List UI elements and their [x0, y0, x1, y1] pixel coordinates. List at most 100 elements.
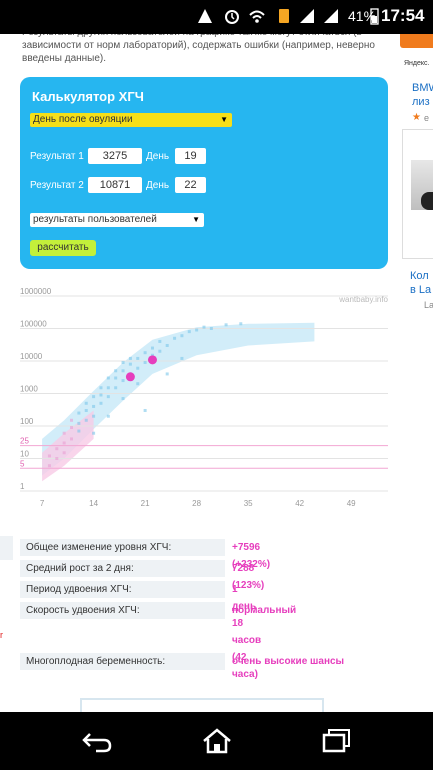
status-bar: 41% 17:54 — [0, 0, 433, 34]
user-data-point — [121, 397, 125, 401]
day1-input[interactable]: 19 — [175, 148, 206, 164]
y-tick-label: 1 — [20, 482, 25, 491]
x-tick-label: 7 — [40, 499, 45, 508]
day-select-value: День после овуляции — [33, 114, 133, 125]
x-tick-label: 21 — [141, 499, 150, 508]
y-tick-label: 5 — [20, 459, 25, 468]
ad-image-frame[interactable] — [402, 129, 433, 259]
day2-label: День — [146, 180, 170, 191]
clock: 17:54 — [381, 6, 425, 25]
bottom-banner-frame — [80, 698, 324, 712]
user-data-point — [62, 441, 66, 445]
stat-label: Период удвоения ХГЧ: — [20, 581, 225, 598]
user-data-point — [202, 325, 206, 329]
ad-car-shape — [421, 192, 433, 210]
ad-small-bottom: La — [424, 300, 433, 310]
user-data-point — [99, 386, 103, 390]
result-point — [125, 372, 135, 382]
user-data-point — [47, 464, 51, 468]
user-results-select[interactable]: результаты пользователей ▼ — [30, 213, 204, 227]
back-icon[interactable] — [80, 728, 114, 754]
dropdown-arrow-icon: ▼ — [220, 115, 228, 124]
ad-title-top-2[interactable]: лиз — [412, 96, 430, 108]
user-data-point — [114, 376, 118, 380]
alarm-icon — [225, 10, 239, 24]
signal-icon — [300, 9, 314, 23]
day-after-ovulation-select[interactable]: День после овуляции ▼ — [30, 113, 232, 127]
user-data-point — [92, 395, 96, 399]
user-data-point — [209, 327, 213, 330]
user-data-point — [77, 411, 81, 415]
user-data-point — [84, 408, 88, 412]
user-data-point — [121, 369, 125, 373]
user-data-point — [180, 334, 184, 338]
calculator-title: Калькулятор ХГЧ — [32, 89, 144, 104]
ad-title-bottom-2[interactable]: в La — [410, 284, 431, 296]
user-data-point — [92, 414, 96, 418]
user-data-point — [106, 395, 110, 399]
calculate-button[interactable]: рассчитать — [30, 240, 96, 256]
x-tick-label: 35 — [244, 499, 253, 508]
edge-mark: r — [0, 630, 3, 640]
ad-title-bottom[interactable]: Кол — [410, 270, 429, 282]
y-tick-label: 100000 — [20, 320, 47, 329]
user-data-point — [70, 437, 74, 441]
user-data-point — [84, 418, 88, 422]
x-tick-label: 42 — [295, 499, 304, 508]
stat-label: Общее изменение уровня ХГЧ: — [20, 539, 225, 556]
user-data-point — [165, 343, 169, 347]
ad-star-icon: ★ — [412, 112, 421, 123]
x-tick-label: 49 — [347, 499, 356, 508]
user-data-point — [180, 356, 184, 360]
user-data-point — [47, 454, 51, 458]
battery-icon — [370, 8, 379, 25]
user-data-point — [173, 336, 177, 340]
ad-title-top[interactable]: BMW — [412, 82, 433, 94]
user-data-point — [165, 372, 169, 376]
result-point — [147, 355, 157, 365]
user-data-point — [62, 451, 66, 455]
notification-icon — [198, 9, 212, 23]
y-tick-label: 10 — [20, 450, 29, 459]
result2-input[interactable]: 10871 — [88, 177, 142, 193]
result2-label: Результат 2 — [30, 180, 84, 191]
y-tick-label: 10000 — [20, 352, 43, 361]
user-data-point — [106, 414, 110, 418]
y-tick-label: 1000000 — [20, 288, 52, 296]
left-edge-tab — [0, 536, 13, 560]
day2-input[interactable]: 22 — [175, 177, 206, 193]
user-data-point — [136, 356, 140, 360]
user-data-point — [55, 447, 59, 451]
hcg-chart: 1000000 100000 10000 1000 100 25 105 1 7 14 21 28 35… — [20, 288, 389, 508]
user-data-point — [143, 408, 147, 412]
result1-input[interactable]: 3275 — [88, 148, 142, 164]
user-data-point — [114, 369, 118, 373]
user-data-point — [136, 366, 140, 370]
multiple-pregnancy-label: Многоплодная беременность: — [20, 653, 225, 670]
user-data-point — [62, 431, 66, 435]
home-icon[interactable] — [200, 728, 234, 754]
stat-value: нормальный — [232, 605, 297, 616]
ad-label: Яндекс. — [404, 60, 430, 67]
recent-apps-icon[interactable] — [320, 728, 354, 754]
wifi-icon — [249, 10, 265, 23]
user-data-point — [106, 386, 110, 390]
ad-orange-button[interactable] — [400, 34, 433, 48]
result1-label: Результат 1 — [30, 151, 84, 162]
right-ad[interactable]: Яндекс. BMW лиз ★ e Кол в La La — [398, 34, 433, 712]
user-data-point — [150, 346, 154, 350]
user-data-point — [55, 457, 59, 460]
user-data-point — [187, 330, 191, 334]
user-data-point — [143, 360, 147, 364]
chart-watermark: wantbaby.info — [338, 295, 388, 304]
day1-label: День — [146, 151, 170, 162]
signal-2-icon — [324, 9, 338, 23]
user-data-point — [143, 351, 147, 355]
user-data-point — [106, 376, 110, 380]
hcg-calculator: Калькулятор ХГЧ День после овуляции ▼ Ре… — [20, 77, 388, 269]
user-data-point — [158, 339, 162, 343]
user-data-point — [121, 379, 125, 383]
intro-text: Результаты других пользователей на графи… — [22, 34, 375, 64]
user-data-point — [99, 393, 103, 397]
user-data-point — [158, 349, 162, 353]
